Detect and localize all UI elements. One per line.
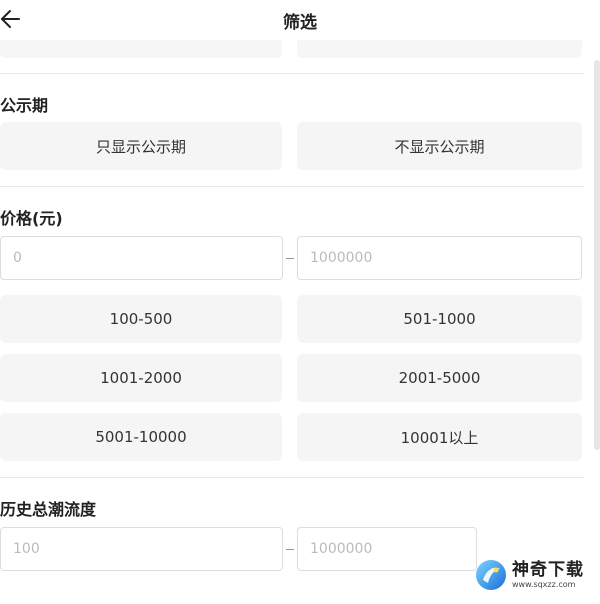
price-range-option[interactable]: 2001-5000 <box>297 354 582 402</box>
header-bar: 筛选 <box>0 0 600 40</box>
watermark-name: 神奇下载 <box>512 560 584 580</box>
price-min-field[interactable] <box>0 236 283 280</box>
price-range-option[interactable]: 10001以上 <box>297 413 582 461</box>
back-button[interactable] <box>0 6 26 32</box>
option-show-notice-period[interactable]: 只显示公示期 <box>0 122 282 170</box>
option-partial-left[interactable] <box>0 40 282 58</box>
arrow-left-icon <box>1 10 20 28</box>
price-range-option[interactable]: 501-1000 <box>297 295 582 343</box>
popularity-min-field[interactable] <box>0 527 283 571</box>
popularity-max-input[interactable] <box>310 541 464 557</box>
watermark: 神奇下载 www.sqxzz.com <box>474 550 598 600</box>
price-min-input[interactable] <box>13 250 270 266</box>
scrollbar[interactable] <box>594 60 600 450</box>
option-partial-right[interactable] <box>297 40 582 58</box>
option-hide-notice-period[interactable]: 不显示公示期 <box>297 122 582 170</box>
price-range-option[interactable]: 100-500 <box>0 295 282 343</box>
popularity-min-input[interactable] <box>13 541 270 557</box>
divider <box>0 73 584 74</box>
watermark-logo-icon <box>476 560 506 590</box>
page-title: 筛选 <box>283 13 317 33</box>
price-max-field[interactable] <box>297 236 582 280</box>
divider <box>0 477 584 478</box>
price-max-input[interactable] <box>310 250 569 266</box>
price-range-option[interactable]: 5001-10000 <box>0 413 282 461</box>
price-range-option[interactable]: 1001-2000 <box>0 354 282 402</box>
popularity-max-field[interactable] <box>297 527 477 571</box>
range-dash <box>286 549 294 550</box>
section-title-notice-period: 公示期 <box>0 96 49 115</box>
section-title-price: 价格(元) <box>0 209 63 228</box>
watermark-url: www.sqxzz.com <box>512 580 576 589</box>
section-title-history-popularity: 历史总潮流度 <box>0 500 97 519</box>
divider <box>0 186 584 187</box>
range-dash <box>286 258 294 259</box>
